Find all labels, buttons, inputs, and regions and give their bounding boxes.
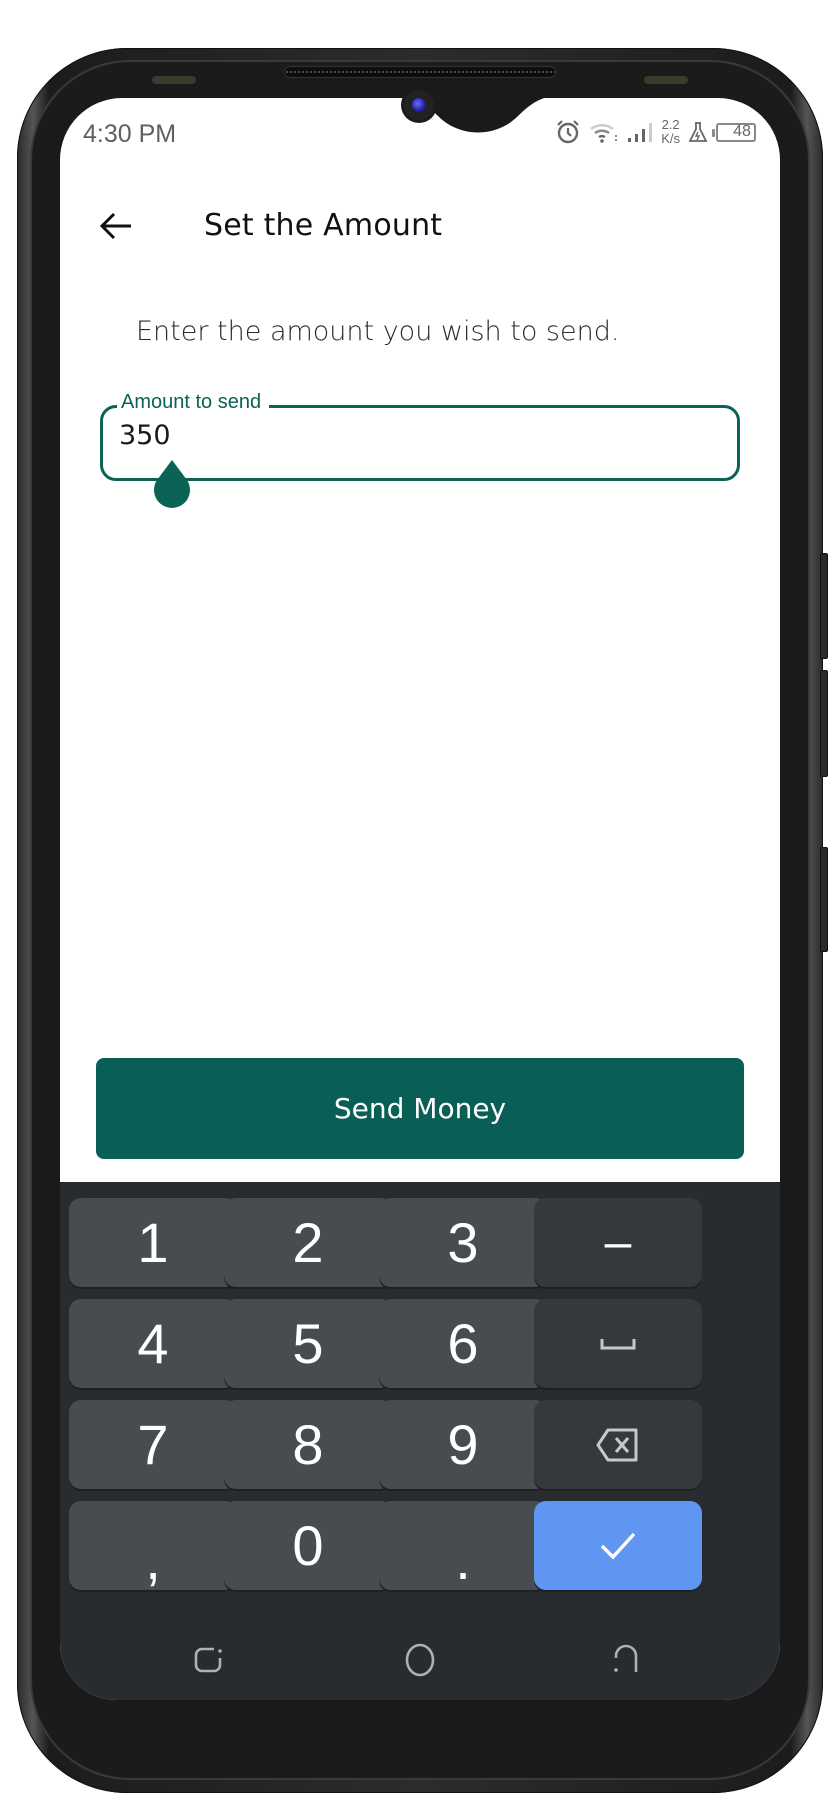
key-2[interactable]: 2 xyxy=(224,1198,392,1287)
network-speed: 2.2 K/s xyxy=(661,118,680,146)
text-cursor-handle[interactable] xyxy=(151,460,193,512)
flask-icon xyxy=(688,121,708,143)
arrow-left-icon xyxy=(99,212,131,240)
proximity-sensor xyxy=(152,76,196,84)
network-speed-value: 2.2 xyxy=(661,117,680,132)
volume-down-button xyxy=(820,670,828,777)
back-icon xyxy=(614,1644,638,1672)
amount-input[interactable] xyxy=(119,420,719,451)
key-label: 0 xyxy=(292,1514,324,1577)
key-check[interactable] xyxy=(534,1501,702,1590)
key-3[interactable]: 3 xyxy=(379,1198,547,1287)
key-space[interactable] xyxy=(534,1299,702,1388)
back-button[interactable] xyxy=(96,206,136,246)
home-icon xyxy=(405,1643,435,1677)
key-1[interactable]: 1 xyxy=(69,1198,237,1287)
earpiece-speaker xyxy=(284,66,556,78)
key-4[interactable]: 4 xyxy=(69,1299,237,1388)
key-minus[interactable]: – xyxy=(534,1198,702,1287)
nav-back-button[interactable] xyxy=(606,1640,646,1680)
key-label: 5 xyxy=(292,1312,324,1375)
key-9[interactable]: 9 xyxy=(379,1400,547,1489)
key-8[interactable]: 8 xyxy=(224,1400,392,1489)
send-money-button[interactable]: Send Money xyxy=(96,1058,744,1159)
key-label: 6 xyxy=(447,1312,479,1375)
instruction-text: Enter the amount you wish to send. xyxy=(136,316,620,347)
light-sensor xyxy=(644,76,688,84)
recents-button[interactable] xyxy=(188,1640,228,1680)
alarm-icon xyxy=(555,119,581,145)
volume-up-button xyxy=(820,553,828,659)
amount-field[interactable]: Amount to send xyxy=(100,391,740,481)
check-icon xyxy=(598,1530,638,1562)
screen: 4:30 PM 2.2 K/s 48 Set the Amount Enter … xyxy=(60,98,780,1700)
key-comma[interactable]: , xyxy=(69,1501,237,1591)
key-label: , xyxy=(145,1528,161,1591)
key-label: 1 xyxy=(137,1211,169,1274)
key-label: 7 xyxy=(137,1413,169,1476)
signal-icon xyxy=(627,121,653,143)
power-button xyxy=(820,847,828,952)
key-5[interactable]: 5 xyxy=(224,1299,392,1388)
key-label: 3 xyxy=(447,1211,479,1274)
network-speed-unit: K/s xyxy=(661,131,680,146)
key-label: 2 xyxy=(292,1211,324,1274)
key-label: 8 xyxy=(292,1413,324,1476)
status-time: 4:30 PM xyxy=(83,120,177,148)
status-icons: 2.2 K/s 48 xyxy=(555,118,756,146)
key-0[interactable]: 0 xyxy=(224,1501,392,1590)
page-title: Set the Amount xyxy=(204,208,443,243)
key-backspace[interactable] xyxy=(534,1400,702,1489)
home-button[interactable] xyxy=(400,1640,440,1680)
key-6[interactable]: 6 xyxy=(379,1299,547,1388)
front-camera xyxy=(404,90,434,120)
key-label: 4 xyxy=(137,1312,169,1375)
battery-level: 48 xyxy=(733,123,751,140)
backspace-icon xyxy=(596,1428,640,1462)
space-icon xyxy=(600,1337,636,1351)
key-7[interactable]: 7 xyxy=(69,1400,237,1489)
key-period[interactable]: . xyxy=(379,1501,547,1591)
key-label: 9 xyxy=(447,1413,479,1476)
battery-icon: 48 xyxy=(712,122,756,142)
amount-field-label: Amount to send xyxy=(117,391,270,414)
key-label: . xyxy=(455,1528,471,1591)
key-label: – xyxy=(604,1216,632,1269)
recents-icon xyxy=(194,1647,222,1673)
wifi-icon xyxy=(589,121,619,143)
